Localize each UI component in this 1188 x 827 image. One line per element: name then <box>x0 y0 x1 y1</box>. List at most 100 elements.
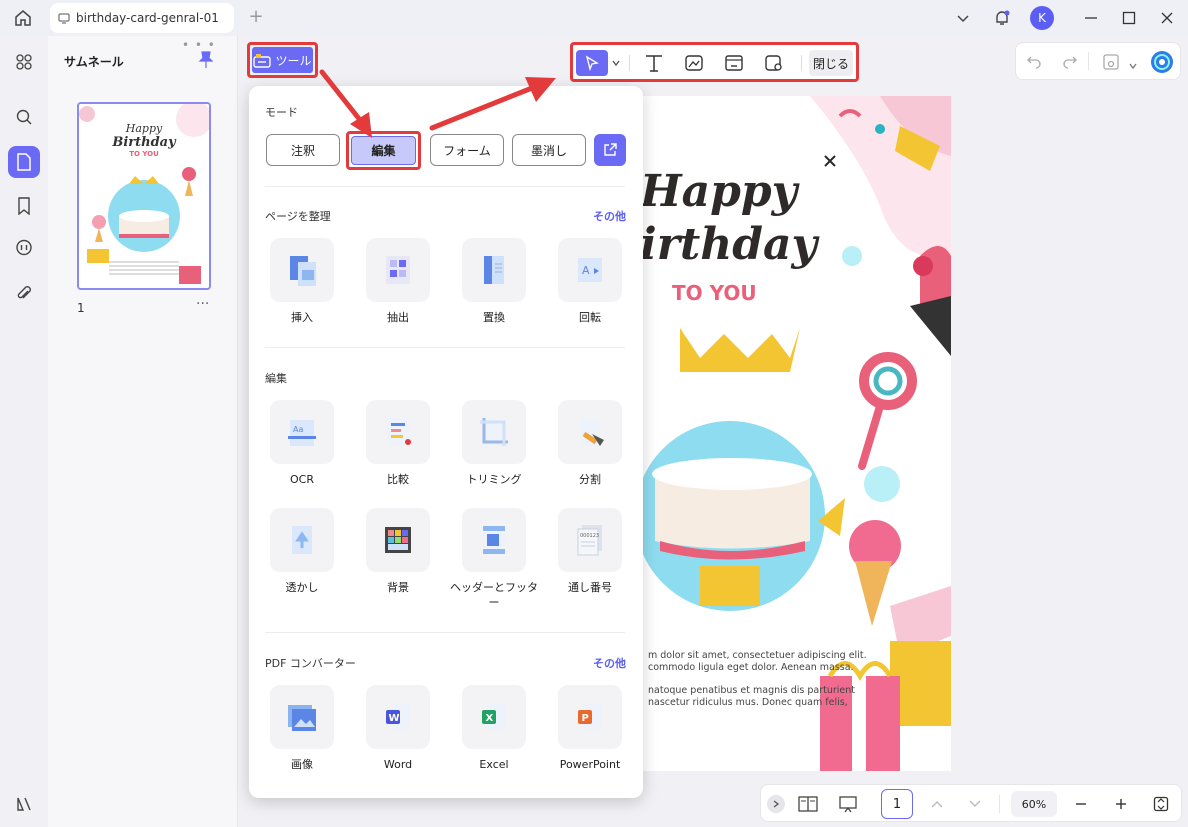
presentation-icon[interactable] <box>837 793 859 815</box>
tool-replace[interactable]: 置換 <box>449 238 539 325</box>
convert-to-word[interactable]: W Word <box>353 685 443 772</box>
svg-text:W: W <box>389 713 400 724</box>
zoom-in-icon[interactable] <box>1111 793 1131 815</box>
mode-title: モード <box>265 106 298 119</box>
doc-title-line2: irthday <box>640 219 818 270</box>
redo-icon[interactable] <box>1062 53 1078 73</box>
excel-file-icon: X <box>462 685 526 749</box>
add-tab-button[interactable]: + <box>246 7 266 27</box>
maximize-icon[interactable] <box>1118 7 1140 29</box>
open-external-button[interactable] <box>594 134 626 166</box>
convert-to-powerpoint[interactable]: P PowerPoint <box>545 685 635 772</box>
attachment-icon[interactable] <box>8 278 40 310</box>
close-toolbar-button[interactable]: 閉じる <box>809 50 853 76</box>
tool-insert[interactable]: 挿入 <box>257 238 347 325</box>
comment-icon[interactable] <box>8 232 40 264</box>
tool-compare[interactable]: 比較 <box>353 400 443 487</box>
background-icon <box>366 508 430 572</box>
tool-ocr[interactable]: Aa OCR <box>257 400 347 487</box>
watermark-tool-button[interactable] <box>761 50 787 76</box>
home-icon[interactable] <box>12 7 34 29</box>
search-icon[interactable] <box>8 101 40 133</box>
bottom-divider <box>999 795 1000 813</box>
minimize-icon[interactable] <box>1080 7 1102 29</box>
doc-body-line-1: m dolor sit amet, consectetuer adipiscin… <box>648 650 867 661</box>
select-dropdown-icon[interactable] <box>609 50 623 76</box>
page-down-icon[interactable] <box>965 793 985 815</box>
tool-bates-number[interactable]: 000123 通し番号 <box>545 508 635 595</box>
apps-icon[interactable] <box>8 46 40 78</box>
image-icon <box>685 55 703 71</box>
select-tool-button[interactable] <box>576 50 608 76</box>
convert-image-label: 画像 <box>291 758 313 771</box>
convert-to-image[interactable]: 画像 <box>257 685 347 772</box>
organize-more-link[interactable]: その他 <box>593 208 626 224</box>
text-tool-button[interactable] <box>641 50 667 76</box>
zoom-level[interactable]: 60% <box>1011 791 1057 817</box>
expand-right-icon[interactable] <box>767 795 785 813</box>
link-icon <box>725 55 743 71</box>
document-tab[interactable]: birthday-card-genral-01 <box>50 3 234 33</box>
converter-more-link[interactable]: その他 <box>593 655 626 671</box>
mode-redact-button[interactable]: 墨消し <box>512 134 586 166</box>
thumbnail-more-button[interactable]: ··· <box>196 296 209 312</box>
tool-watermark-label: 透かし <box>285 581 319 594</box>
doc-body-line-4: nascetur ridiculus mus. Donec quam felis… <box>648 697 848 708</box>
chevron-down-icon[interactable] <box>952 7 974 29</box>
resize-handle[interactable]: • • • <box>182 38 216 52</box>
mode-annotate-button[interactable]: 注釈 <box>266 134 340 166</box>
watermark-icon <box>765 55 782 71</box>
tool-crop[interactable]: トリミング <box>449 400 539 487</box>
page-thumbnail[interactable]: Happy Birthday TO YOU <box>77 102 211 290</box>
thumbnail-panel: • • • サムネール Happy Birthday TO YOU 1 ··· <box>48 36 238 827</box>
toolbar-divider-2 <box>801 55 802 71</box>
pages-icon[interactable] <box>8 146 40 178</box>
tool-bates-number-label: 通し番号 <box>568 581 612 594</box>
text-icon <box>646 55 662 72</box>
convert-to-excel[interactable]: X Excel <box>449 685 539 772</box>
split-icon <box>558 400 622 464</box>
tool-extract[interactable]: 抽出 <box>353 238 443 325</box>
notification-bell-icon[interactable] <box>991 7 1013 29</box>
page-up-icon[interactable] <box>927 793 947 815</box>
sidebar-toggle-icon[interactable] <box>8 788 40 820</box>
link-tool-button[interactable] <box>721 50 747 76</box>
monitor-icon <box>58 13 70 24</box>
svg-text:000123: 000123 <box>580 533 599 539</box>
tool-crop-label: トリミング <box>466 473 522 486</box>
converter-title: PDF コンバーター <box>265 657 356 670</box>
tool-rotate[interactable]: A 回転 <box>545 238 635 325</box>
svg-text:X: X <box>486 713 494 724</box>
undo-icon[interactable] <box>1026 53 1042 73</box>
word-file-icon: W <box>366 685 430 749</box>
user-avatar[interactable]: K <box>1030 6 1054 30</box>
tool-split-label: 分割 <box>579 473 601 486</box>
panel-divider-3 <box>265 632 625 633</box>
save-dropdown-icon[interactable] <box>1128 56 1138 75</box>
close-window-icon[interactable] <box>1156 7 1178 29</box>
tool-header-footer[interactable]: ヘッダーとフッター <box>449 508 539 610</box>
zoom-out-icon[interactable] <box>1071 793 1091 815</box>
pin-icon[interactable] <box>198 51 214 73</box>
mode-form-button[interactable]: フォーム <box>430 134 504 166</box>
ai-assistant-icon[interactable] <box>1150 50 1174 78</box>
insert-page-icon <box>270 238 334 302</box>
fit-page-icon[interactable] <box>1151 793 1171 815</box>
save-icon[interactable] <box>1102 53 1120 75</box>
mode-edit-button[interactable]: 編集 <box>351 136 416 165</box>
tool-watermark[interactable]: 透かし <box>257 508 347 595</box>
tool-background[interactable]: 背景 <box>353 508 443 595</box>
left-rail <box>0 36 48 827</box>
bookmark-icon[interactable] <box>8 190 40 222</box>
crop-icon <box>462 400 526 464</box>
page-number-input[interactable]: 1 <box>881 789 913 819</box>
thumb-line2: Birthday <box>112 135 176 150</box>
convert-powerpoint-label: PowerPoint <box>559 758 621 771</box>
watermark-doc-icon <box>270 508 334 572</box>
tool-split[interactable]: 分割 <box>545 400 635 487</box>
image-tool-button[interactable] <box>681 50 707 76</box>
edit-toolbar: 閉じる <box>570 42 859 82</box>
two-page-view-icon[interactable] <box>797 793 819 815</box>
history-divider <box>1088 52 1089 70</box>
tools-button[interactable]: ツール <box>252 47 313 73</box>
